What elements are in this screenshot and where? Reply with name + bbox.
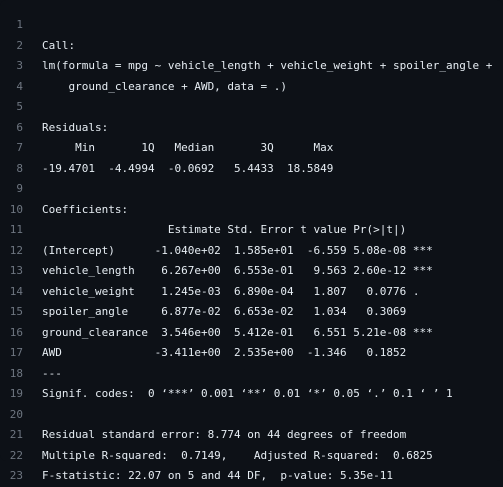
- line-number: 18: [9, 366, 23, 380]
- code-line: 11 Estimate Std. Error t value Pr(>|t|): [0, 220, 503, 241]
- line-number: 23: [9, 469, 23, 482]
- line-text: Signif. codes: 0 ‘***’ 0.001 ‘**’ 0.01 ‘…: [42, 387, 453, 400]
- line-text: Estimate Std. Error t value Pr(>|t|): [42, 223, 433, 236]
- line-number: 16: [9, 325, 23, 339]
- code-line: 22 Multiple R-squared: 0.7149, Adjusted R…: [0, 446, 503, 467]
- code-line: 3 lm(formula = mpg ~ vehicle_length + veh…: [0, 56, 503, 77]
- code-line: 17 AWD -3.411e+00 2.535e+00 -1.346 0.1852: [0, 343, 503, 364]
- line-number: 14: [9, 284, 23, 298]
- line-text: Min 1Q Median 3Q Max: [42, 141, 341, 154]
- line-number: 13: [9, 264, 23, 277]
- line-text: ---: [42, 366, 62, 380]
- line-number: 22: [9, 448, 23, 462]
- line-number: 2: [16, 38, 23, 52]
- line-text: Residuals:: [42, 120, 109, 134]
- code-line: 5: [0, 97, 503, 118]
- code-line: 2 Call:: [0, 36, 503, 57]
- line-text: Coefficients:: [42, 202, 129, 216]
- code-line: 12 (Intercept) -1.040e+02 1.585e+01 -6.55…: [0, 241, 503, 262]
- line-text: spoiler_angle 6.877e-02 6.653e-02 1.034 …: [42, 305, 433, 318]
- code-line: 13 vehicle_length 6.267e+00 6.553e-01 9.5…: [0, 261, 503, 282]
- line-text: (Intercept) -1.040e+02 1.585e+01 -6.559 …: [42, 243, 433, 257]
- code-block: 1 2 Call: 3 lm(formula = mpg ~ vehicle_len…: [0, 0, 503, 482]
- code-line: 14 vehicle_weight 1.245e-03 6.890e-04 1.8…: [0, 282, 503, 303]
- line-number: 12: [9, 243, 23, 257]
- line-number: 21: [9, 428, 23, 441]
- line-text: vehicle_length 6.267e+00 6.553e-01 9.563…: [42, 264, 433, 277]
- line-text: Residual standard error: 8.774 on 44 deg…: [42, 428, 407, 441]
- code-line: 8 -19.4701 -4.4994 -0.0692 5.4433 18.5849: [0, 159, 503, 180]
- code-line: 20: [0, 405, 503, 426]
- line-number: 10: [9, 202, 23, 216]
- code-line: 23 F-statistic: 22.07 on 5 and 44 DF, p-v…: [0, 466, 503, 487]
- line-number: 5: [16, 100, 23, 113]
- code-line: 18 ---: [0, 364, 503, 385]
- line-text: AWD -3.411e+00 2.535e+00 -1.346 0.1852: [42, 346, 433, 359]
- line-text: vehicle_weight 1.245e-03 6.890e-04 1.807…: [42, 284, 433, 298]
- code-line: 4 ground_clearance + AWD, data = .): [0, 77, 503, 98]
- line-text: ground_clearance 3.546e+00 5.412e-01 6.5…: [42, 325, 433, 339]
- line-text: Multiple R-squared: 0.7149, Adjusted R-s…: [42, 448, 440, 462]
- line-number: 17: [9, 346, 23, 359]
- line-number: 6: [16, 120, 23, 134]
- line-number: 9: [16, 182, 23, 195]
- line-number: 1: [16, 18, 23, 31]
- code-line: 19 Signif. codes: 0 ‘***’ 0.001 ‘**’ 0.01…: [0, 384, 503, 405]
- line-number: 20: [9, 407, 23, 421]
- code-line: 10 Coefficients:: [0, 200, 503, 221]
- line-number: 19: [9, 387, 23, 400]
- line-number: 11: [9, 223, 23, 236]
- code-line: 6 Residuals:: [0, 118, 503, 139]
- line-number: 15: [9, 305, 23, 318]
- code-line: 15 spoiler_angle 6.877e-02 6.653e-02 1.03…: [0, 302, 503, 323]
- line-text: lm(formula = mpg ~ vehicle_length + vehi…: [42, 59, 493, 72]
- line-text: F-statistic: 22.07 on 5 and 44 DF, p-val…: [42, 469, 393, 482]
- line-text: -19.4701 -4.4994 -0.0692 5.4433 18.5849: [42, 161, 341, 175]
- line-number: 7: [16, 141, 23, 154]
- code-line: 21 Residual standard error: 8.774 on 44 d…: [0, 425, 503, 446]
- code-line: 1: [0, 15, 503, 36]
- line-number: 8: [16, 161, 23, 175]
- line-number: 4: [16, 79, 23, 93]
- line-text: Call:: [42, 38, 76, 52]
- code-line: 16 ground_clearance 3.546e+00 5.412e-01 6…: [0, 323, 503, 344]
- code-line: 7 Min 1Q Median 3Q Max: [0, 138, 503, 159]
- code-line: 9: [0, 179, 503, 200]
- line-text: ground_clearance + AWD, data = .): [42, 79, 288, 93]
- line-number: 3: [16, 59, 23, 72]
